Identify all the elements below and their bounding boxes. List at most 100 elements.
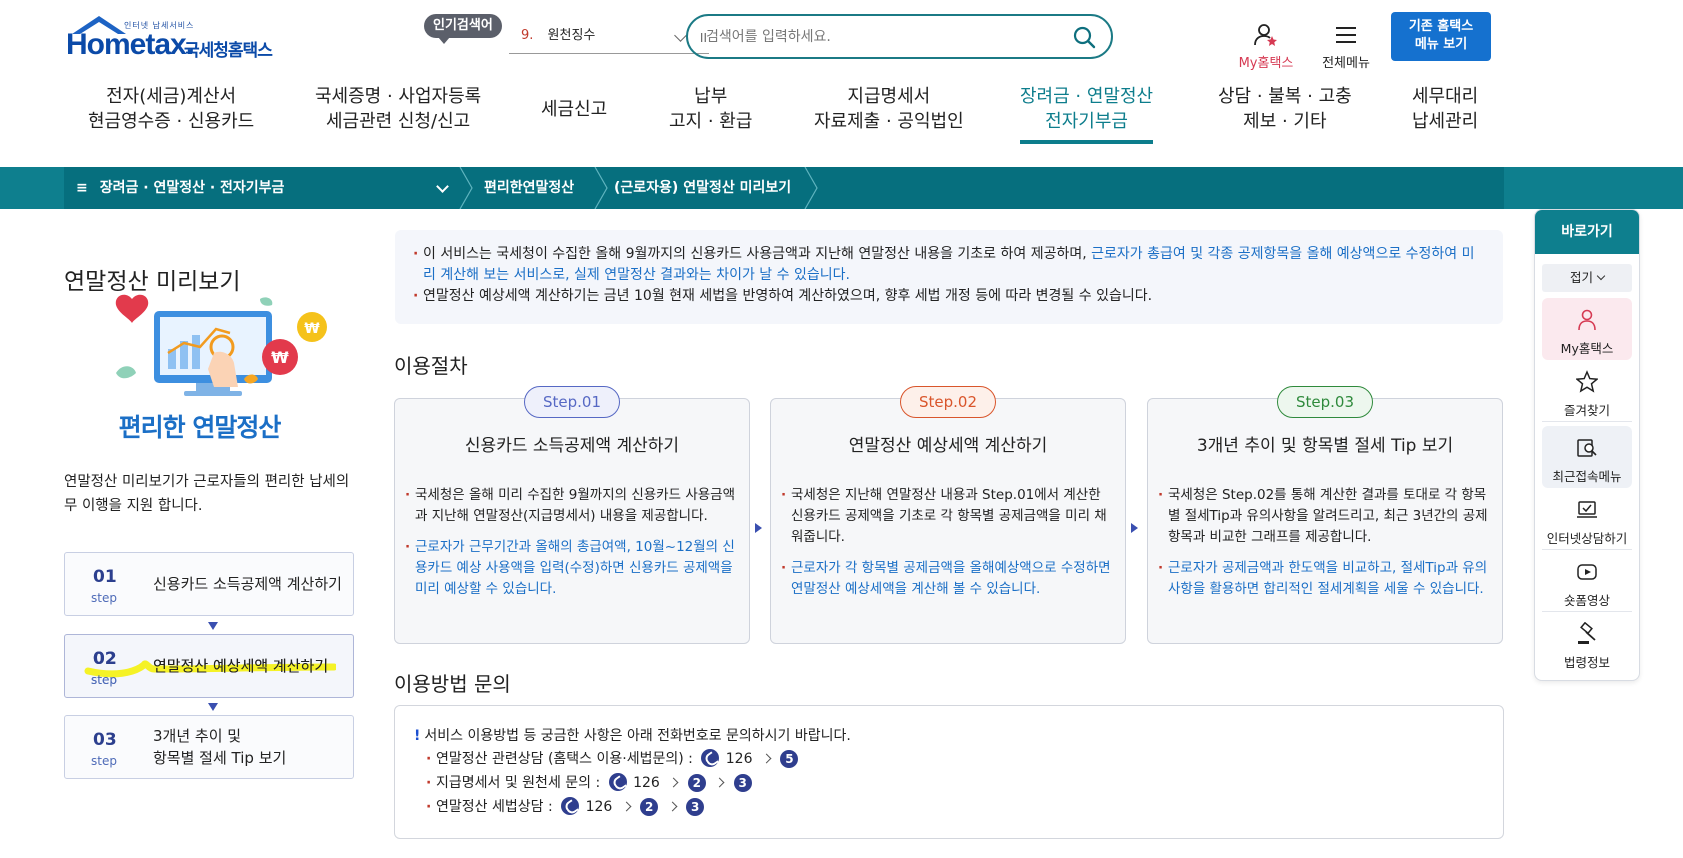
gnb-payment[interactable]: 납부 고지 · 환급 xyxy=(669,84,752,134)
breadcrumb: ≡ 장려금 · 연말정산 · 전자기부금 편리한연말정산 (근로자용) 연말정산 … xyxy=(0,167,1683,209)
quick-item-my-hometax[interactable]: My홈택스 xyxy=(1542,298,1632,360)
chevron-down-icon xyxy=(1596,271,1606,281)
phone-icon xyxy=(608,773,627,791)
contact-box: ! 서비스 이용방법 등 궁금한 사항은 아래 전화번호로 문의하시기 바랍니다.… xyxy=(394,705,1504,839)
hometax-logo[interactable]: 인터넷 납세서비스 Hometax. 국세청홈택스 xyxy=(66,14,296,64)
chevron-right-icon xyxy=(667,801,678,812)
popular-term: 원천징수 xyxy=(547,28,596,43)
gnb-line2: 자료제출 · 공익법인 xyxy=(814,111,964,132)
gnb-tax-invoice[interactable]: 전자(세금)계산서 현금영수증 · 신용카드 xyxy=(88,84,254,134)
quick-item-favorites[interactable]: 즐겨찾기 xyxy=(1542,360,1632,422)
step-card-02: Step.02 연말정산 예상세액 계산하기 국세청은 지난해 연말정산 내용과… xyxy=(770,386,1126,644)
search-input[interactable] xyxy=(706,25,1046,49)
breadcrumb-level3[interactable]: (근로자용) 연말정산 미리보기 xyxy=(614,167,791,209)
breadcrumb-level1-label: 장려금 · 연말정산 · 전자기부금 xyxy=(99,180,285,196)
step-pill: Step.01 xyxy=(524,386,620,418)
page-title: 연말정산 미리보기 xyxy=(64,269,241,295)
step-nav-01[interactable]: 01 step 신용카드 소득공제액 계산하기 xyxy=(64,552,354,616)
chevron-right-icon xyxy=(761,753,772,764)
chevron-right-icon xyxy=(621,801,632,812)
popular-search-badge: 인기검색어 xyxy=(424,14,502,44)
notice-line-2: 연말정산 예상세액 계산하기는 금년 10월 현재 세법을 반영하여 계산하였으… xyxy=(413,286,1483,307)
card-title: 신용카드 소득공제액 계산하기 xyxy=(464,436,680,456)
hamburger-icon xyxy=(1336,27,1356,43)
contact-row: 연말정산 세법상담 : 126 2 3 xyxy=(414,795,1503,819)
search-bar xyxy=(686,14,1113,59)
step-text: 3개년 추이 및 항목별 절세 Tip 보기 xyxy=(153,725,286,769)
illustration-title: 편리한 연말정산 xyxy=(118,413,282,442)
recent-search-icon xyxy=(1577,439,1597,457)
star-icon xyxy=(1576,370,1598,393)
gnb-line1: 상담 · 불복 · 고충 xyxy=(1218,86,1352,107)
my-hometax-button[interactable]: My홈택스 xyxy=(1232,22,1300,71)
card-title: 연말정산 예상세액 계산하기 xyxy=(848,436,1048,456)
step-text: 연말정산 예상세액 계산하기 xyxy=(153,657,329,675)
laptop-check-icon xyxy=(1577,501,1597,518)
search-icon[interactable] xyxy=(1072,25,1096,49)
gnb-line1: 납부 xyxy=(694,86,728,107)
gnb-line1: 지급명세서 xyxy=(847,86,931,107)
step-number: 02 xyxy=(93,649,117,669)
quick-item-law-info[interactable]: 법령정보 xyxy=(1542,612,1632,674)
chevron-down-icon xyxy=(674,29,687,42)
step-label: step xyxy=(91,673,117,687)
quick-item-label: 즐겨찾기 xyxy=(1563,403,1610,418)
quick-item-online-consult[interactable]: 인터넷상담하기 xyxy=(1542,488,1632,550)
step-nav-02-text-layer: 02 step 연말정산 예상세액 계산하기 xyxy=(64,634,354,698)
key-badge: 5 xyxy=(780,750,799,768)
breadcrumb-separator xyxy=(459,167,473,209)
key-badge: 3 xyxy=(686,798,705,816)
gnb-line1: 세무대리 xyxy=(1412,86,1479,107)
quick-fold-button[interactable]: 접기 xyxy=(1542,264,1632,292)
notice-text: 이 서비스는 국세청이 수집한 올해 9월까지의 신용카드 사용금액과 지난해 … xyxy=(423,246,1092,262)
contact-label: 연말정산 세법상담 : xyxy=(436,799,553,815)
chevron-right-icon xyxy=(714,777,725,788)
phone-icon xyxy=(561,797,580,815)
svg-text:₩: ₩ xyxy=(304,321,320,337)
year-end-settlement-illustration: ₩ ₩ xyxy=(115,294,327,396)
gnb-payment-statement[interactable]: 지급명세서 자료제출 · 공익법인 xyxy=(814,84,964,134)
step-text: 신용카드 소득공제액 계산하기 xyxy=(153,575,342,593)
gnb-line1: 전자(세금)계산서 xyxy=(106,86,237,107)
breadcrumb-level1[interactable]: ≡ 장려금 · 연말정산 · 전자기부금 xyxy=(76,167,284,209)
gnb-tax-filing[interactable]: 세금신고 xyxy=(541,97,607,122)
card-paragraph: 국세청은 지난해 연말정산 내용과 Step.01에서 계산한 신용카드 공제액… xyxy=(781,485,1111,548)
chevron-down-icon[interactable] xyxy=(436,180,449,193)
down-arrow-icon xyxy=(208,703,218,711)
active-underline xyxy=(1020,140,1154,144)
contact-number: 126 xyxy=(585,799,613,815)
svg-text:₩: ₩ xyxy=(271,348,289,367)
gnb-line2: 제보 · 기타 xyxy=(1243,111,1327,132)
procedure-title: 이용절차 xyxy=(394,354,468,378)
popular-search-select[interactable]: 9. 원천징수 II xyxy=(509,24,709,54)
card-paragraph-highlight: 근로자가 공제금액과 한도액을 비교하고, 절세Tip과 유의사항을 활용하면 … xyxy=(1158,558,1488,600)
card-paragraph: 국세청은 올해 미리 수집한 9월까지의 신용카드 사용금액과 지난해 연말정산… xyxy=(405,485,735,527)
logo-wordmark: Hometax. xyxy=(66,28,194,61)
gnb-year-end-settlement[interactable]: 장려금 · 연말정산 전자기부금 xyxy=(1020,84,1154,144)
menu-icon: ≡ xyxy=(76,180,88,196)
contact-row: 연말정산 관련상담 (홈택스 이용·세법문의) : 126 5 xyxy=(414,747,1503,771)
quick-fold-label: 접기 xyxy=(1569,270,1593,285)
gnb-consultation[interactable]: 상담 · 불복 · 고충 제보 · 기타 xyxy=(1218,84,1352,134)
contact-row: 지급명세서 및 원천세 문의 : 126 2 3 xyxy=(414,771,1503,795)
step-nav-03[interactable]: 03 step 3개년 추이 및 항목별 절세 Tip 보기 xyxy=(64,715,354,779)
card-body: 국세청은 Step.02를 통해 계산한 결과를 토대로 각 항목별 절세Tip… xyxy=(1158,485,1488,610)
quick-item-recent-menu[interactable]: 최근접속메뉴 xyxy=(1542,426,1632,488)
step-label: step xyxy=(91,591,117,605)
breadcrumb-level2[interactable]: 편리한연말정산 xyxy=(484,167,574,209)
old-menu-button[interactable]: 기존 홈택스 메뉴 보기 xyxy=(1391,12,1491,61)
breadcrumb-separator xyxy=(594,167,608,209)
exclamation-icon: ! xyxy=(414,728,421,744)
gnb-tax-agent[interactable]: 세무대리 납세관리 xyxy=(1412,84,1478,134)
step-text-line2: 항목별 절세 Tip 보기 xyxy=(153,749,287,767)
contact-title: 이용방법 문의 xyxy=(394,672,511,696)
user-star-icon xyxy=(1254,24,1277,46)
gnb-certificates[interactable]: 국세증명 · 사업자등록 세금관련 신청/신고 xyxy=(315,84,481,134)
quick-menu-title: 바로가기 xyxy=(1535,210,1639,254)
step-number: 03 xyxy=(93,730,117,750)
all-menu-button[interactable]: 전체메뉴 xyxy=(1316,22,1376,71)
step-pill: Step.02 xyxy=(900,386,996,418)
notice-line-1: 이 서비스는 국세청이 수집한 올해 9월까지의 신용카드 사용금액과 지난해 … xyxy=(413,244,1483,286)
card-body: 국세청은 올해 미리 수집한 9월까지의 신용카드 사용금액과 지난해 연말정산… xyxy=(405,485,735,610)
quick-item-short-video[interactable]: 숏폼영상 xyxy=(1542,550,1632,612)
